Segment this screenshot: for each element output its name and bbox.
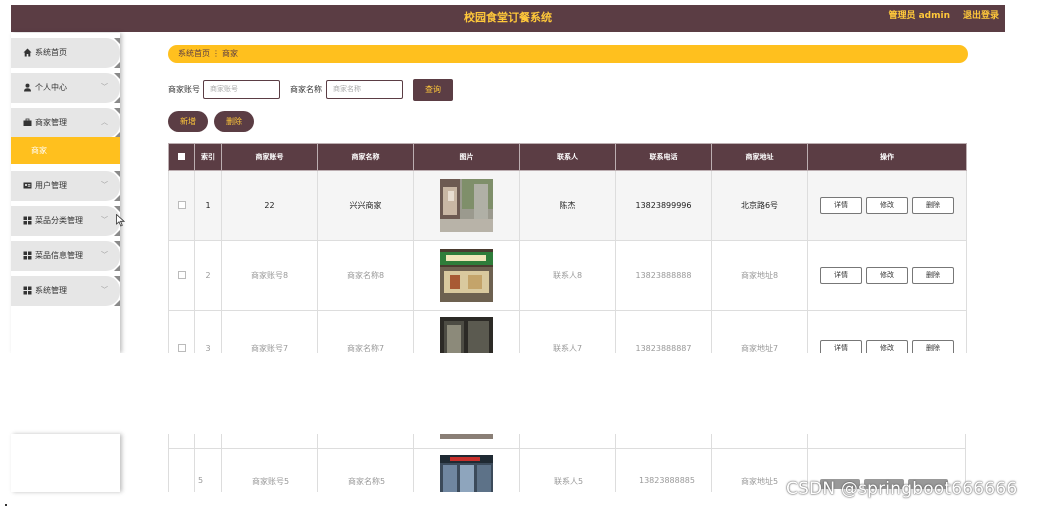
sidebar-item-label: 系统管理: [35, 286, 67, 295]
cell-phone: 13823888885: [639, 476, 695, 485]
home-icon: [23, 48, 32, 57]
table-row: 1 22 兴兴商家 陈杰 13823899996 北京路6号 详情 修改 删除: [168, 170, 967, 241]
id-card-icon: [23, 181, 32, 190]
cell-index: 2: [194, 240, 222, 311]
table-header-row: 索引 商家账号 商家名称 图片 联系人 联系电话 商家地址 操作: [168, 143, 967, 171]
watermark: CSDN @springboot666666: [786, 479, 1018, 499]
chevron-down-icon: ﹀: [101, 83, 108, 91]
cell-actions: 详情 修改 删除: [807, 240, 967, 311]
edit-button[interactable]: 修改: [866, 197, 908, 214]
grid-icon: [23, 216, 32, 225]
merchant-table: 索引 商家账号 商家名称 图片 联系人 联系电话 商家地址 操作 1 22 兴兴…: [168, 143, 967, 387]
breadcrumb-current: 商家: [222, 49, 238, 58]
cell-image: [413, 240, 520, 311]
sidebar-item-system[interactable]: 系统管理 ﹀: [11, 276, 120, 306]
edit-button[interactable]: 修改: [866, 267, 908, 284]
cell-name: 兴兴商家: [317, 170, 414, 241]
cell-image: [413, 170, 520, 241]
column-header: 索引: [194, 143, 222, 171]
sidebar: 系统首页 个人中心 ﹀ 商家管理 ︿ 商家 用户管理 ﹀ 菜品分类管理 ﹀ 菜品…: [11, 33, 120, 353]
user-icon: [23, 83, 32, 92]
grid-icon: [23, 251, 32, 260]
cell-contact: 陈杰: [519, 170, 616, 241]
cell-address: 商家地址5: [741, 477, 779, 486]
cell-index: 5: [198, 476, 204, 485]
add-button[interactable]: 新增: [168, 111, 208, 132]
column-header: 操作: [807, 143, 967, 171]
name-search-input[interactable]: 商家名称: [326, 80, 403, 99]
cell-address: 北京路6号: [711, 170, 808, 241]
row-checkbox[interactable]: [168, 170, 195, 241]
sidebar-item-users[interactable]: 用户管理 ﹀: [11, 171, 120, 201]
row-checkbox[interactable]: [168, 240, 195, 311]
sidebar-subitem-merchant[interactable]: 商家: [11, 137, 120, 164]
cell-account: 22: [221, 170, 318, 241]
merchant-photo: [440, 317, 493, 357]
row-delete-button[interactable]: 删除: [912, 267, 954, 284]
delete-button[interactable]: 删除: [214, 111, 254, 132]
breadcrumb-separator: ⋮: [212, 49, 220, 58]
cell-name: 商家名称5: [348, 477, 386, 486]
grid-icon: [23, 286, 32, 295]
cell-account: 商家账号5: [252, 477, 290, 486]
cell-name: 商家名称8: [317, 240, 414, 311]
select-all-checkbox[interactable]: [168, 143, 195, 171]
column-header: 商家账号: [221, 143, 318, 171]
breadcrumb-home[interactable]: 系统首页: [178, 45, 210, 63]
sidebar-item-profile[interactable]: 个人中心 ﹀: [11, 73, 120, 103]
breadcrumb: 系统首页 ⋮ 商家: [168, 45, 968, 63]
render-gap: [0, 353, 1037, 434]
sidebar-lower-fragment: [11, 434, 120, 492]
cell-contact: 联系人5: [554, 477, 584, 486]
column-header: 联系人: [519, 143, 616, 171]
chevron-up-icon: ︿: [101, 118, 108, 126]
chevron-down-icon: ﹀: [101, 286, 108, 294]
sidebar-item-label: 菜品信息管理: [35, 251, 83, 260]
merchant-photo: [440, 455, 493, 492]
account-label: 商家账号: [168, 85, 200, 94]
briefcase-icon: [23, 118, 32, 127]
sidebar-item-dish-info[interactable]: 菜品信息管理 ﹀: [11, 241, 120, 271]
cell-phone: 13823899996: [615, 170, 712, 241]
query-button[interactable]: 查询: [413, 79, 453, 101]
column-header: 商家地址: [711, 143, 808, 171]
chevron-down-icon: ﹀: [101, 181, 108, 189]
column-header: 图片: [413, 143, 520, 171]
top-bar: 校园食堂订餐系统 管理员 admin 退出登录: [11, 5, 1005, 32]
table-row: 2 商家账号8 商家名称8 联系人8 13823888888 商家地址8 详情修…: [168, 240, 967, 311]
row-delete-button[interactable]: 删除: [912, 197, 954, 214]
mouse-cursor-icon: [116, 213, 126, 230]
logout-link[interactable]: 退出登录: [963, 5, 999, 28]
merchant-photo: [440, 179, 493, 232]
account-search-input[interactable]: 商家账号: [203, 80, 280, 99]
name-label: 商家名称: [290, 85, 322, 94]
merchant-photo: [440, 249, 493, 302]
chevron-down-icon: ﹀: [101, 216, 108, 224]
sidebar-item-dish-category[interactable]: 菜品分类管理 ﹀: [11, 206, 120, 236]
cell-account: 商家账号8: [221, 240, 318, 311]
sidebar-item-label: 菜品分类管理: [35, 216, 83, 225]
sidebar-item-label: 商家管理: [35, 118, 67, 127]
sidebar-item-label: 个人中心: [35, 83, 67, 92]
app-title: 校园食堂订餐系统: [464, 11, 552, 24]
sidebar-subitem-label: 商家: [31, 146, 47, 155]
detail-button[interactable]: 详情: [820, 267, 862, 284]
cell-actions: 详情 修改 删除: [807, 170, 967, 241]
column-header: 商家名称: [317, 143, 414, 171]
chevron-down-icon: ﹀: [101, 251, 108, 259]
cell-index: 1: [194, 170, 222, 241]
detail-button[interactable]: 详情: [820, 197, 862, 214]
sidebar-item-home[interactable]: 系统首页: [11, 38, 120, 68]
cell-phone: 13823888888: [615, 240, 712, 311]
sidebar-item-merchant[interactable]: 商家管理 ︿: [11, 108, 120, 138]
cell-contact: 联系人8: [519, 240, 616, 311]
merchant-photo-fragment: [440, 434, 493, 439]
cell-address: 商家地址8: [711, 240, 808, 311]
sidebar-item-label: 系统首页: [35, 48, 67, 57]
admin-label: 管理员 admin: [888, 11, 950, 21]
column-header: 联系电话: [615, 143, 712, 171]
sidebar-item-label: 用户管理: [35, 181, 67, 190]
